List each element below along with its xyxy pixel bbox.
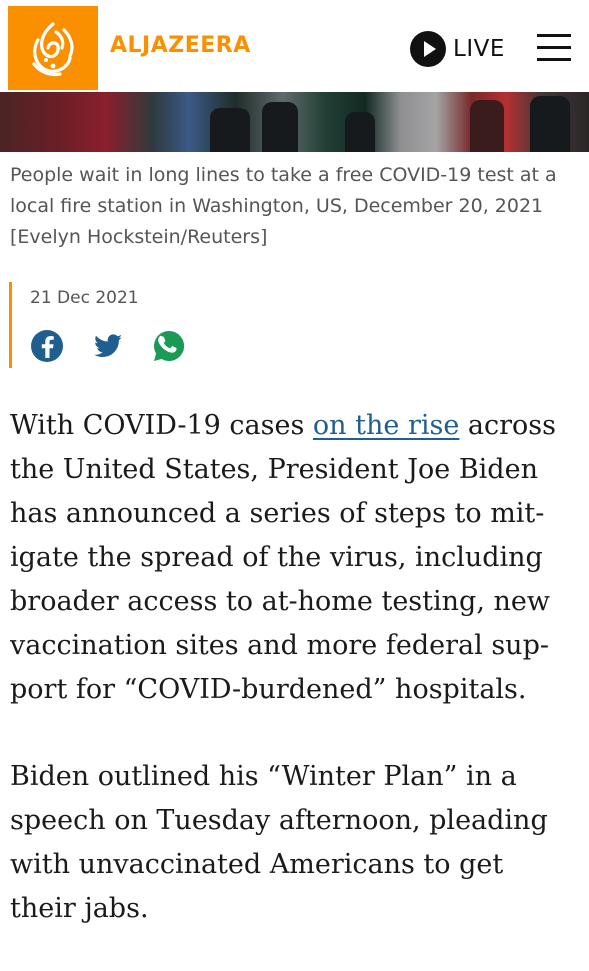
photo-figure: [470, 100, 504, 152]
text-line: With COVID-19 cases on the rise across: [10, 404, 580, 448]
text-run: With COVID-19 cases: [10, 410, 313, 441]
site-header: ALJAZEERA LIVE: [0, 0, 589, 92]
text-line: the United States, President Joe Biden: [10, 454, 538, 485]
article-photo: [0, 92, 589, 152]
aljazeera-logo[interactable]: [8, 6, 98, 90]
photo-caption: People wait in long lines to take a free…: [10, 164, 557, 248]
brand-name: ALJAZEERA: [110, 33, 251, 58]
text-line: with unvaccinated Americans to get: [10, 849, 504, 880]
menu-bar: [537, 46, 571, 49]
menu-bar: [537, 58, 571, 61]
photo-figure: [210, 108, 250, 152]
text-line: speech on Tuesday afternoon, pleading: [10, 805, 548, 836]
play-circle-icon: [410, 31, 446, 67]
photo-figure: [530, 96, 570, 152]
live-label: LIVE: [453, 36, 505, 62]
facebook-icon[interactable]: [30, 329, 64, 363]
publish-date: 21 Dec 2021: [30, 288, 139, 308]
hamburger-menu-icon[interactable]: [537, 34, 571, 62]
text-line: has announced a series of steps to mit-: [10, 498, 545, 529]
article-paragraph-2: Biden outlined his “Winter Plan” in a sp…: [10, 755, 580, 931]
text-line: broader access to at-home testing, new: [10, 586, 550, 617]
meta-accent-bar: [9, 282, 12, 368]
text-line: Biden outlined his “Winter Plan” in a: [10, 761, 517, 792]
on-the-rise-link[interactable]: on the rise: [313, 410, 459, 441]
twitter-icon[interactable]: [91, 329, 125, 363]
text-line: vaccination sites and more federal sup-: [10, 630, 549, 661]
whatsapp-icon[interactable]: [152, 329, 186, 363]
menu-bar: [537, 34, 571, 37]
text-line: their jabs.: [10, 893, 149, 924]
text-line: igate the spread of the virus, including: [10, 542, 543, 573]
text-run: across: [459, 410, 557, 441]
article-paragraph-1: With COVID-19 cases on the rise across t…: [10, 404, 580, 712]
aljazeera-logo-icon: [32, 22, 74, 77]
photo-figure: [262, 102, 298, 152]
photo-figure: [345, 112, 375, 152]
text-line: port for “COVID-burdened” hospitals.: [10, 674, 527, 705]
live-button[interactable]: LIVE: [410, 31, 505, 67]
